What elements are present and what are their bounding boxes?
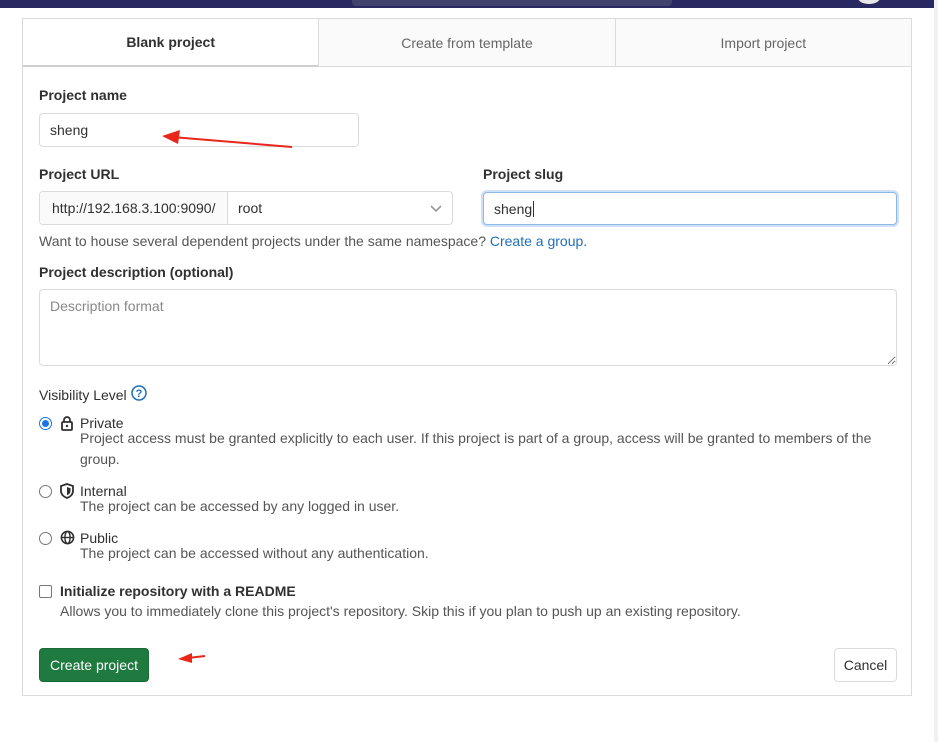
annotation-arrow-create	[178, 653, 206, 663]
annotation-arrow-name	[162, 130, 293, 148]
scrollbar[interactable]	[934, 0, 938, 742]
annotation-arrows	[162, 130, 293, 663]
